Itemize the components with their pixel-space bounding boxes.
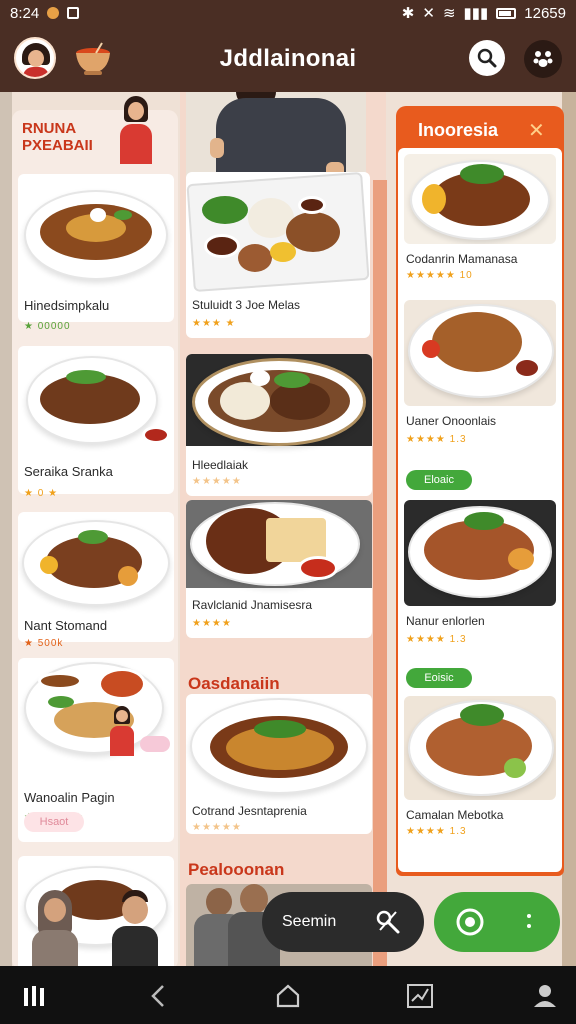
food-card[interactable] [18, 856, 174, 966]
recents-icon [24, 986, 44, 1006]
search-button[interactable] [469, 40, 505, 76]
paw-button[interactable] [524, 40, 562, 78]
food-name: Nant Stomand [24, 618, 108, 633]
food-card[interactable]: Cotrand Jesntaprenia ★★★★★ [186, 694, 372, 834]
food-image[interactable] [404, 154, 556, 244]
food-rating: ★★★★ [192, 618, 232, 629]
search-label: Seemin [282, 913, 337, 930]
food-name: Hleedlaiak [192, 458, 249, 472]
recent-apps-button[interactable] [20, 981, 50, 1011]
profile-button[interactable] [530, 981, 560, 1011]
panel-divider [373, 180, 387, 966]
food-name: Codanrin Mamanasa [406, 252, 518, 266]
more-icon[interactable] [526, 912, 532, 932]
food-name: Stuluidt 3 Joe Melas [192, 298, 301, 312]
food-name: Ravlclanid Jnamisesra [192, 598, 313, 612]
app-bar: Jddlainonai [0, 26, 576, 92]
home-button[interactable] [273, 981, 303, 1011]
food-card[interactable]: Stuluidt 3 Joe Melas ★★★ ★ [186, 172, 370, 338]
food-card[interactable]: Nant Stomand [18, 512, 174, 642]
food-name: Seraika Sranka [24, 464, 113, 479]
back-icon [151, 985, 164, 1007]
back-button[interactable] [144, 981, 174, 1011]
person-illustration [116, 96, 156, 166]
paw-icon [533, 51, 553, 67]
mute-icon: ✕ [422, 5, 435, 22]
food-image[interactable] [404, 500, 556, 606]
battery-text: 12659 [524, 4, 566, 22]
food-name: Cotrand Jesntaprenia [192, 804, 307, 818]
tag-pill[interactable]: Eloaic [406, 470, 472, 490]
signal-icon: ▮▮▮ [463, 5, 489, 22]
food-rating: ★★★ ★ [192, 318, 236, 329]
food-card[interactable]: Ravlclanid Jnamisesra ★★★★ [186, 500, 372, 638]
food-rating: ★★★★★ 10 [406, 270, 473, 281]
status-bar: 8:24 ✱ ✕ ≋ ▮▮▮ 12659 [0, 0, 576, 26]
person-illustration [108, 706, 136, 762]
food-name: Nanur enlorlen [406, 614, 485, 628]
background-strip [0, 92, 12, 966]
food-card[interactable]: Seraika Sranka [18, 346, 174, 494]
status-time: 8:24 [10, 4, 40, 22]
food-image[interactable] [404, 300, 556, 406]
wifi-icon: ≋ [442, 5, 456, 22]
search-pill-button[interactable]: Seemin [262, 892, 424, 952]
background-strip [562, 92, 576, 966]
food-rating: ★★★★ 1.3 [406, 634, 467, 645]
person-illustration [110, 890, 160, 966]
close-icon[interactable]: ✕ [528, 118, 545, 143]
food-rating: ★★★★ 1.3 [406, 826, 467, 837]
person-illustration [30, 890, 80, 966]
search-icon [477, 48, 497, 68]
panel-right-title: Inooresia [418, 120, 499, 140]
person-icon [534, 985, 556, 1007]
section-title: Pealooonan [188, 860, 285, 879]
food-rating: ★★★★★ [192, 822, 242, 833]
food-name: Camalan Mebotka [406, 808, 504, 822]
message-icon [67, 7, 80, 19]
food-name: Hinedsimpkalu [24, 298, 110, 313]
chart-button[interactable] [405, 981, 435, 1011]
system-nav-bar [0, 966, 576, 1024]
food-rating: ★ 500k [24, 638, 64, 649]
food-image[interactable] [404, 696, 556, 800]
panel-left-header: RNUNA PXEABAII [22, 120, 93, 154]
food-rating: ★ 0 ★ [24, 488, 59, 499]
notification-icon [47, 7, 60, 19]
home-icon [276, 984, 300, 1008]
food-rating: ★★★★ 1.3 [406, 434, 467, 445]
section-title: Oasdanaiin [188, 674, 280, 693]
scan-button[interactable] [434, 892, 560, 952]
battery-icon [496, 7, 517, 19]
tag-pill [140, 736, 170, 752]
tag-pill[interactable]: Hsaot [24, 812, 84, 832]
utensils-icon [376, 910, 400, 934]
food-card[interactable]: Hleedlaiak ★★★★★ [186, 354, 372, 496]
bluetooth-icon: ✱ [401, 5, 415, 22]
food-name: Wanoalin Pagin [24, 790, 115, 805]
chart-icon [407, 984, 433, 1008]
food-card[interactable]: Hinedsimpkalu [18, 174, 174, 322]
food-name: Uaner Onoonlais [406, 414, 497, 428]
tag-pill[interactable]: Eoisic [406, 668, 472, 688]
food-rating: ★ 00000 [24, 321, 71, 332]
food-rating: ★★★★★ [192, 476, 242, 487]
content-area: RNUNA PXEABAII Hinedsimpkalu ★ 00000 Ser… [0, 92, 576, 966]
camera-icon [456, 908, 484, 936]
